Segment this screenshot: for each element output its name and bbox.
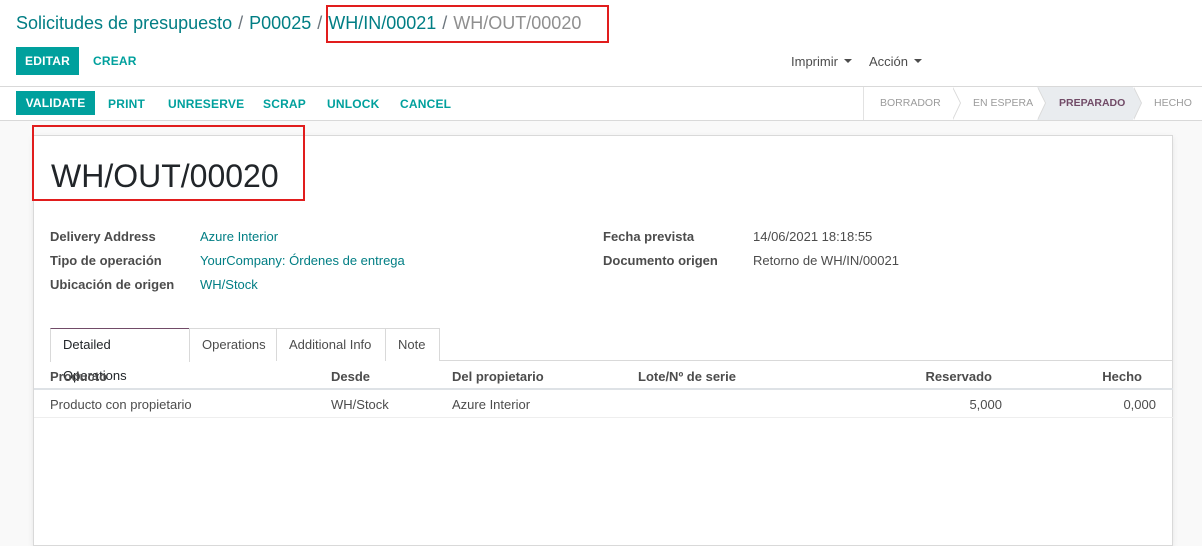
action-dropdown[interactable]: Acción <box>869 54 923 69</box>
breadcrumb-separator: / <box>317 13 323 33</box>
operation-type-value[interactable]: YourCompany: Órdenes de entrega <box>200 253 405 268</box>
print-dropdown-label: Imprimir <box>791 54 838 69</box>
column-header-done[interactable]: Hecho <box>1042 369 1142 384</box>
scrap-button[interactable]: SCRAP <box>263 97 306 111</box>
highlight-annotation-breadcrumb <box>326 5 609 43</box>
column-header-reserved[interactable]: Reservado <box>892 369 992 384</box>
stage-pipeline: BORRADOR EN ESPERA PREPARADO HECHO <box>863 87 1200 120</box>
column-header-product[interactable]: Producto <box>50 369 107 384</box>
caret-down-icon <box>843 58 852 63</box>
breadcrumb-separator: / <box>238 13 244 33</box>
scheduled-date-value: 14/06/2021 18:18:55 <box>753 229 873 244</box>
cell-owner: Azure Interior <box>452 397 531 412</box>
table-row[interactable]: Producto con propietario WH/Stock Azure … <box>34 390 1173 418</box>
form-sheet: WH/OUT/00020 Delivery Address Azure Inte… <box>32 125 1173 546</box>
source-location-value[interactable]: WH/Stock <box>200 277 258 292</box>
notebook-tabs: Detailed Operations Operations Additiona… <box>50 328 1173 383</box>
cell-reserved: 5,000 <box>969 397 1002 412</box>
print-dropdown[interactable]: Imprimir <box>791 54 852 69</box>
create-button[interactable]: CREAR <box>93 54 137 68</box>
unreserve-button[interactable]: UNRESERVE <box>168 97 244 111</box>
control-panel: Solicitudes de presupuesto / P00025/WH/IN/… <box>0 0 1202 87</box>
source-location-label: Ubicación de origen <box>50 277 175 292</box>
breadcrumb-item-rfq[interactable]: Solicitudes de presupuesto <box>16 13 232 33</box>
breadcrumb-item-po[interactable]: P00025 <box>249 13 311 33</box>
tab-note[interactable]: Note <box>385 328 440 361</box>
action-dropdown-label: Acción <box>869 54 909 69</box>
stage-borrador[interactable]: BORRADOR <box>864 87 961 120</box>
tab-additional-info[interactable]: Additional Info <box>276 328 386 361</box>
highlight-annotation-title <box>32 125 305 201</box>
print-button[interactable]: PRINT <box>108 97 145 111</box>
delivery-address-label: Delivery Address <box>50 229 156 244</box>
scheduled-date-label: Fecha prevista <box>603 229 695 244</box>
caret-down-icon <box>914 58 923 63</box>
edit-button[interactable]: EDITAR <box>16 47 79 75</box>
cell-product: Producto con propietario <box>50 397 192 412</box>
cell-done: 0,000 <box>1123 397 1156 412</box>
tab-operations[interactable]: Operations <box>189 328 277 361</box>
column-header-from[interactable]: Desde <box>331 369 370 384</box>
source-document-value: Retorno de WH/IN/00021 <box>753 253 899 268</box>
table-header: Producto Desde Del propietario Lote/Nº d… <box>34 365 1173 390</box>
stage-en-espera[interactable]: EN ESPERA <box>952 87 1046 120</box>
validate-button[interactable]: VALIDATE <box>16 91 95 115</box>
statusbar: VALIDATE PRINT UNRESERVE SCRAP UNLOCK CA… <box>0 87 1202 121</box>
delivery-address-value[interactable]: Azure Interior <box>200 229 278 244</box>
stage-hecho[interactable]: HECHO <box>1133 87 1200 120</box>
cancel-button[interactable]: CANCEL <box>400 97 451 111</box>
column-header-lot[interactable]: Lote/Nº de serie <box>638 369 736 384</box>
column-header-owner[interactable]: Del propietario <box>452 369 544 384</box>
cell-from: WH/Stock <box>331 397 389 412</box>
unlock-button[interactable]: UNLOCK <box>327 97 380 111</box>
source-document-label: Documento origen <box>603 253 718 268</box>
stage-preparado[interactable]: PREPARADO <box>1037 87 1142 120</box>
tab-detailed-operations[interactable]: Detailed Operations <box>50 328 190 383</box>
operation-type-label: Tipo de operación <box>50 253 162 268</box>
